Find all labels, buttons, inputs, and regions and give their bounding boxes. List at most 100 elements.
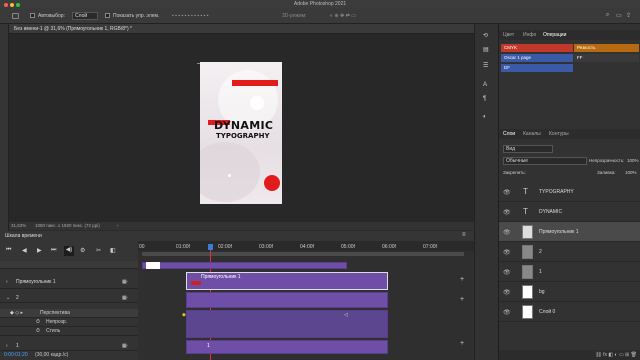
art-title-dynamic: DYNAMIC xyxy=(214,119,274,132)
track-options-icon[interactable]: ▦· xyxy=(122,295,128,301)
art-title-typography: TYPOGRAPHY xyxy=(216,132,270,140)
timeline-header: Шкала времени ≡ xyxy=(0,231,474,241)
doc-info: 1080 пикс. x 1920 пикс. (72 ppi) xyxy=(35,223,100,228)
zoom-window-button[interactable] xyxy=(16,3,20,7)
workspace-icon[interactable]: ▭ xyxy=(616,12,622,19)
play-icon[interactable]: ▶ xyxy=(37,247,45,255)
track-options-icon[interactable]: ▦· xyxy=(122,279,128,285)
tick-label: 06:00f xyxy=(382,244,396,250)
panel-menu-icon[interactable]: ≡ xyxy=(462,232,466,238)
properties-icon[interactable]: ☰ xyxy=(483,62,488,69)
keyframe-icon[interactable]: ◆ xyxy=(182,312,186,318)
layer-row[interactable]: 👁 1 xyxy=(499,262,640,282)
tab-actions[interactable]: Операции xyxy=(543,32,566,38)
first-frame-icon[interactable]: ⏮ xyxy=(6,247,14,255)
track-label[interactable]: Непрозр. xyxy=(46,319,67,325)
autoselect-label: Автовыбор: xyxy=(38,13,65,19)
paragraph-icon[interactable]: ¶ xyxy=(483,96,486,102)
share-icon[interactable]: ⇪ xyxy=(626,12,631,19)
timecode[interactable]: 0:00:01:20 xyxy=(4,352,28,358)
layer-row[interactable]: 👁 Слой 0 xyxy=(499,302,640,322)
document-tab[interactable]: Без имени-1 @ 31,6% (Прямоугольник 1, RG… xyxy=(9,24,479,34)
clip-label: 1 xyxy=(207,343,210,349)
track-label[interactable]: Стиль xyxy=(46,328,60,334)
layer-name: bg xyxy=(539,289,545,295)
clip-bar[interactable] xyxy=(142,262,347,269)
keyframe-icon[interactable]: ◁ xyxy=(344,312,348,318)
add-track-icon[interactable]: + xyxy=(460,276,464,283)
close-window-button[interactable] xyxy=(4,3,8,7)
action-oscar[interactable]: Oscar 1 page xyxy=(501,54,573,62)
track-label[interactable]: 2 xyxy=(16,295,19,301)
show-transform-checkbox[interactable] xyxy=(105,13,110,18)
action-set-cmyk[interactable]: CMYK xyxy=(501,44,573,52)
eye-icon[interactable]: 👁 xyxy=(503,229,511,236)
prev-frame-icon[interactable]: ◀ xyxy=(22,247,30,255)
tick-label: 02:00f xyxy=(218,244,232,250)
show-transform-label: Показать упр. элем. xyxy=(113,13,160,19)
opacity-value[interactable]: 100% xyxy=(627,158,639,163)
autoselect-checkbox[interactable] xyxy=(30,13,35,18)
layer-name: DYNAMIC xyxy=(539,209,563,215)
status-bar: 31,63% 1080 пикс. x 1920 пикс. (72 ppi) … xyxy=(9,222,474,230)
clip-group-1[interactable]: 1 xyxy=(186,340,388,354)
history-icon[interactable]: ⟲ xyxy=(483,32,488,39)
audio-icon[interactable]: ◀) xyxy=(64,246,74,256)
tab-info[interactable]: Инфо xyxy=(523,32,536,38)
eye-icon[interactable]: 👁 xyxy=(503,189,511,196)
track-label[interactable]: Прямоугольник 1 xyxy=(16,279,56,285)
tab-paths[interactable]: Контуры xyxy=(549,131,569,137)
work-area-bar[interactable] xyxy=(142,252,464,256)
autoselect-select[interactable]: Слой xyxy=(72,12,98,20)
settings-icon[interactable]: ⚙ xyxy=(80,247,88,255)
layer-row[interactable]: 👁 2 xyxy=(499,242,640,262)
tick-label: 00 xyxy=(139,244,145,250)
action-df[interactable]: DF xyxy=(501,64,573,72)
tab-layers[interactable]: Слои xyxy=(503,131,515,137)
clip-group-2[interactable] xyxy=(186,292,388,308)
layer-filter-select[interactable]: Вид xyxy=(503,145,553,153)
layer-row[interactable]: 👁 T DYNAMIC xyxy=(499,202,640,222)
timeline-title: Шкала времени xyxy=(5,233,42,239)
clip-keyframes[interactable] xyxy=(186,310,388,338)
time-ruler[interactable]: 00 01:00f 02:00f 03:00f 04:00f 05:00f 06… xyxy=(138,241,474,251)
fill-value[interactable]: 100% xyxy=(625,170,637,175)
track-label[interactable]: Перспектива xyxy=(40,310,70,316)
tick-label: 05:00f xyxy=(341,244,355,250)
glyphs-icon[interactable]: ◐ xyxy=(483,114,487,120)
trash-icon[interactable]: 🗑 xyxy=(631,352,637,358)
eye-icon[interactable]: 👁 xyxy=(503,289,511,296)
tab-channels[interactable]: Каналы xyxy=(523,131,541,137)
move-tool-icon[interactable] xyxy=(12,13,19,19)
character-icon[interactable]: A xyxy=(483,82,487,88)
tick-label: 04:00f xyxy=(300,244,314,250)
eye-icon[interactable]: 👁 xyxy=(503,249,511,256)
add-track-icon[interactable]: + xyxy=(460,340,464,347)
artboard[interactable]: DYNAMIC TYPOGRAPHY xyxy=(200,62,282,204)
eye-icon[interactable]: 👁 xyxy=(503,269,511,276)
eye-icon[interactable]: 👁 xyxy=(503,309,511,316)
clip-selected[interactable]: Прямоугольник 1 xyxy=(186,272,388,290)
search-icon[interactable]: ⌕ xyxy=(606,12,609,19)
split-icon[interactable]: ✂ xyxy=(96,247,104,255)
action-ff[interactable]: FF xyxy=(574,54,639,62)
transition-icon[interactable]: ◧ xyxy=(110,247,118,255)
track-label[interactable]: 1 xyxy=(16,343,19,349)
link-icon[interactable]: ⛓ xyxy=(595,352,601,358)
track-options-icon[interactable]: ▦· xyxy=(122,343,128,349)
color-icon[interactable]: ▤ xyxy=(483,46,489,53)
blend-mode-select[interactable]: Обычные xyxy=(503,157,587,165)
add-track-icon[interactable]: + xyxy=(460,296,464,303)
action-sharpen[interactable]: Резкость xyxy=(574,44,639,52)
eye-icon[interactable]: 👁 xyxy=(503,209,511,216)
layer-row[interactable]: 👁 T TYPOGRAPHY xyxy=(499,182,640,202)
fx-icon[interactable]: fx xyxy=(603,352,607,358)
text-layer-icon: T xyxy=(523,207,528,216)
zoom-readout[interactable]: 31,63% xyxy=(11,223,26,228)
layer-row-selected[interactable]: 👁 Прямоугольник 1 xyxy=(499,222,640,242)
minimize-window-button[interactable] xyxy=(10,3,14,7)
next-frame-icon[interactable]: ⏭ xyxy=(51,247,59,255)
opacity-label: Непрозрачность: xyxy=(589,158,625,163)
tab-color[interactable]: Цвет xyxy=(503,32,514,38)
layer-row[interactable]: 👁 bg xyxy=(499,282,640,302)
